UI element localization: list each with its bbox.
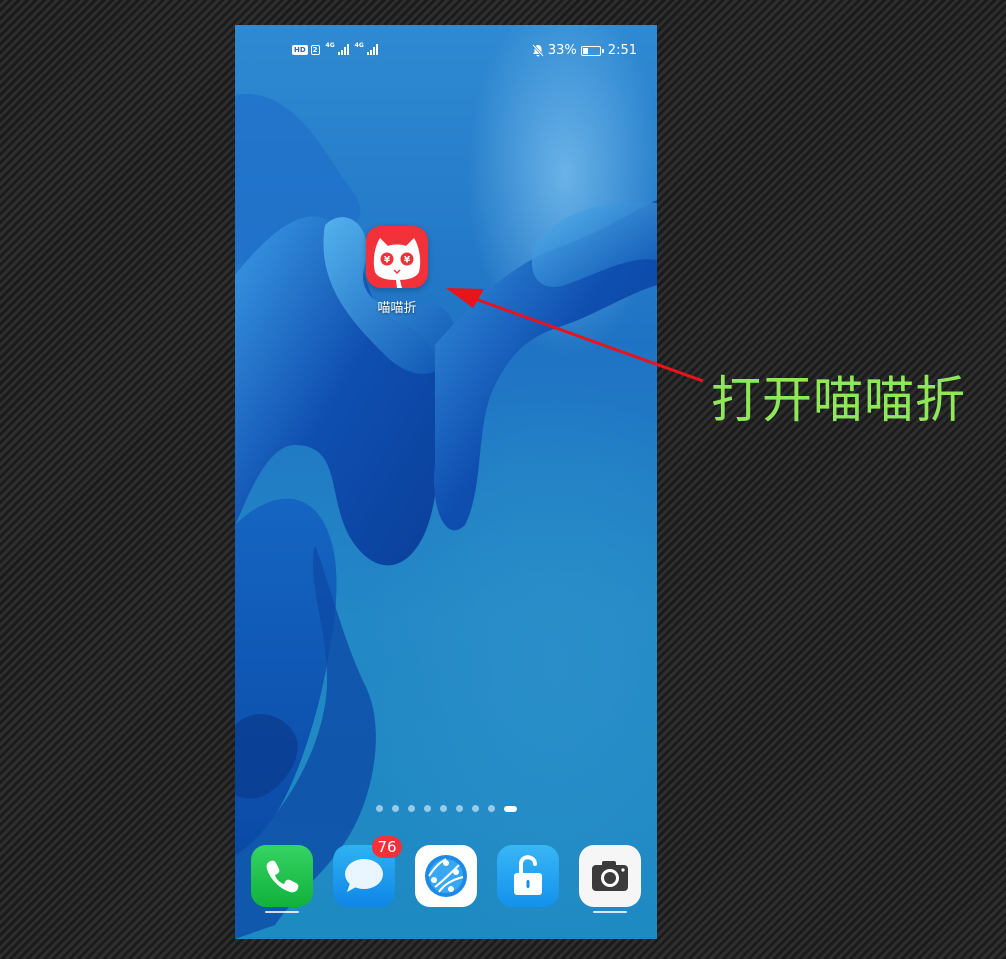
annotation-text: 打开喵喵折 [711, 371, 966, 429]
annotation-arrow [446, 288, 704, 383]
